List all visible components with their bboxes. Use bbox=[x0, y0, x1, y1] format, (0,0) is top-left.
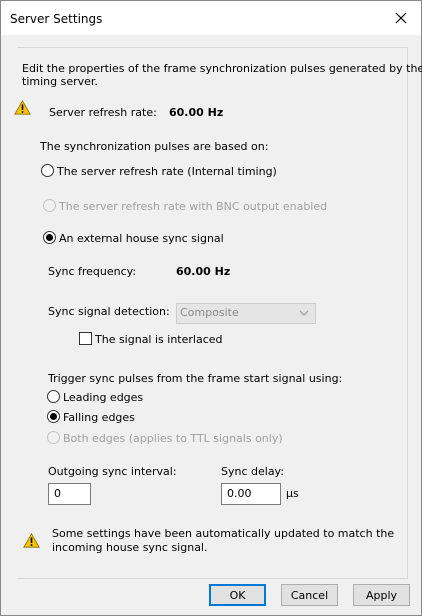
sync-delay-unit: µs bbox=[286, 487, 299, 500]
close-icon bbox=[395, 12, 407, 24]
server-settings-dialog: Server Settings Edit the properties of t… bbox=[0, 0, 422, 616]
outgoing-interval-label: Outgoing sync interval: bbox=[48, 465, 177, 478]
radio-falling-edges[interactable] bbox=[47, 410, 60, 423]
cancel-button[interactable]: Cancel bbox=[281, 584, 338, 606]
button-separator bbox=[17, 578, 408, 579]
sync-frequency-value: 60.00 Hz bbox=[176, 265, 231, 278]
trigger-heading: Trigger sync pulses from the frame start… bbox=[48, 372, 343, 385]
radio-falling-edges-label: Falling edges bbox=[63, 411, 135, 424]
interlaced-label: The signal is interlaced bbox=[95, 333, 223, 346]
outgoing-interval-input[interactable]: 0 bbox=[48, 483, 91, 505]
window-title: Server Settings bbox=[10, 12, 103, 26]
warning-icon bbox=[23, 533, 40, 548]
intro-text-line2: timing server. bbox=[22, 75, 98, 88]
sync-delay-input[interactable]: 0.00 bbox=[221, 483, 281, 505]
sync-delay-label: Sync delay: bbox=[221, 465, 284, 478]
sync-detection-label: Sync signal detection: bbox=[48, 305, 170, 318]
sync-detection-value: Composite bbox=[180, 306, 239, 319]
sync-basis-heading: The synchronization pulses are based on: bbox=[40, 140, 269, 153]
close-button[interactable] bbox=[381, 1, 421, 35]
apply-button[interactable]: Apply bbox=[353, 584, 410, 606]
intro-text-line1: Edit the properties of the frame synchro… bbox=[22, 62, 422, 75]
radio-leading-edges[interactable] bbox=[47, 390, 60, 403]
sync-frequency-label: Sync frequency: bbox=[48, 265, 137, 278]
chevron-down-icon bbox=[299, 310, 309, 316]
radio-internal-timing[interactable] bbox=[41, 164, 54, 177]
interlaced-checkbox[interactable] bbox=[79, 332, 92, 345]
warning-icon bbox=[14, 100, 31, 115]
radio-bnc-output-label: The server refresh rate with BNC output … bbox=[59, 200, 328, 213]
notice-text-line2: incoming house sync signal. bbox=[52, 541, 208, 554]
notice-text-line1: Some settings have been automatically up… bbox=[52, 527, 395, 540]
radio-leading-edges-label: Leading edges bbox=[63, 391, 144, 404]
radio-external-house-sync[interactable] bbox=[43, 231, 56, 244]
radio-both-edges[interactable] bbox=[47, 431, 60, 444]
ok-button[interactable]: OK bbox=[209, 584, 266, 606]
radio-both-edges-label: Both edges (applies to TTL signals only) bbox=[63, 432, 283, 445]
sync-detection-select[interactable]: Composite bbox=[176, 303, 316, 324]
radio-bnc-output[interactable] bbox=[43, 199, 56, 212]
radio-internal-timing-label: The server refresh rate (Internal timing… bbox=[57, 165, 277, 178]
title-bar: Server Settings bbox=[1, 1, 421, 35]
refresh-rate-label: Server refresh rate: bbox=[49, 106, 157, 119]
refresh-rate-value: 60.00 Hz bbox=[169, 106, 224, 119]
radio-external-house-sync-label: An external house sync signal bbox=[59, 232, 224, 245]
